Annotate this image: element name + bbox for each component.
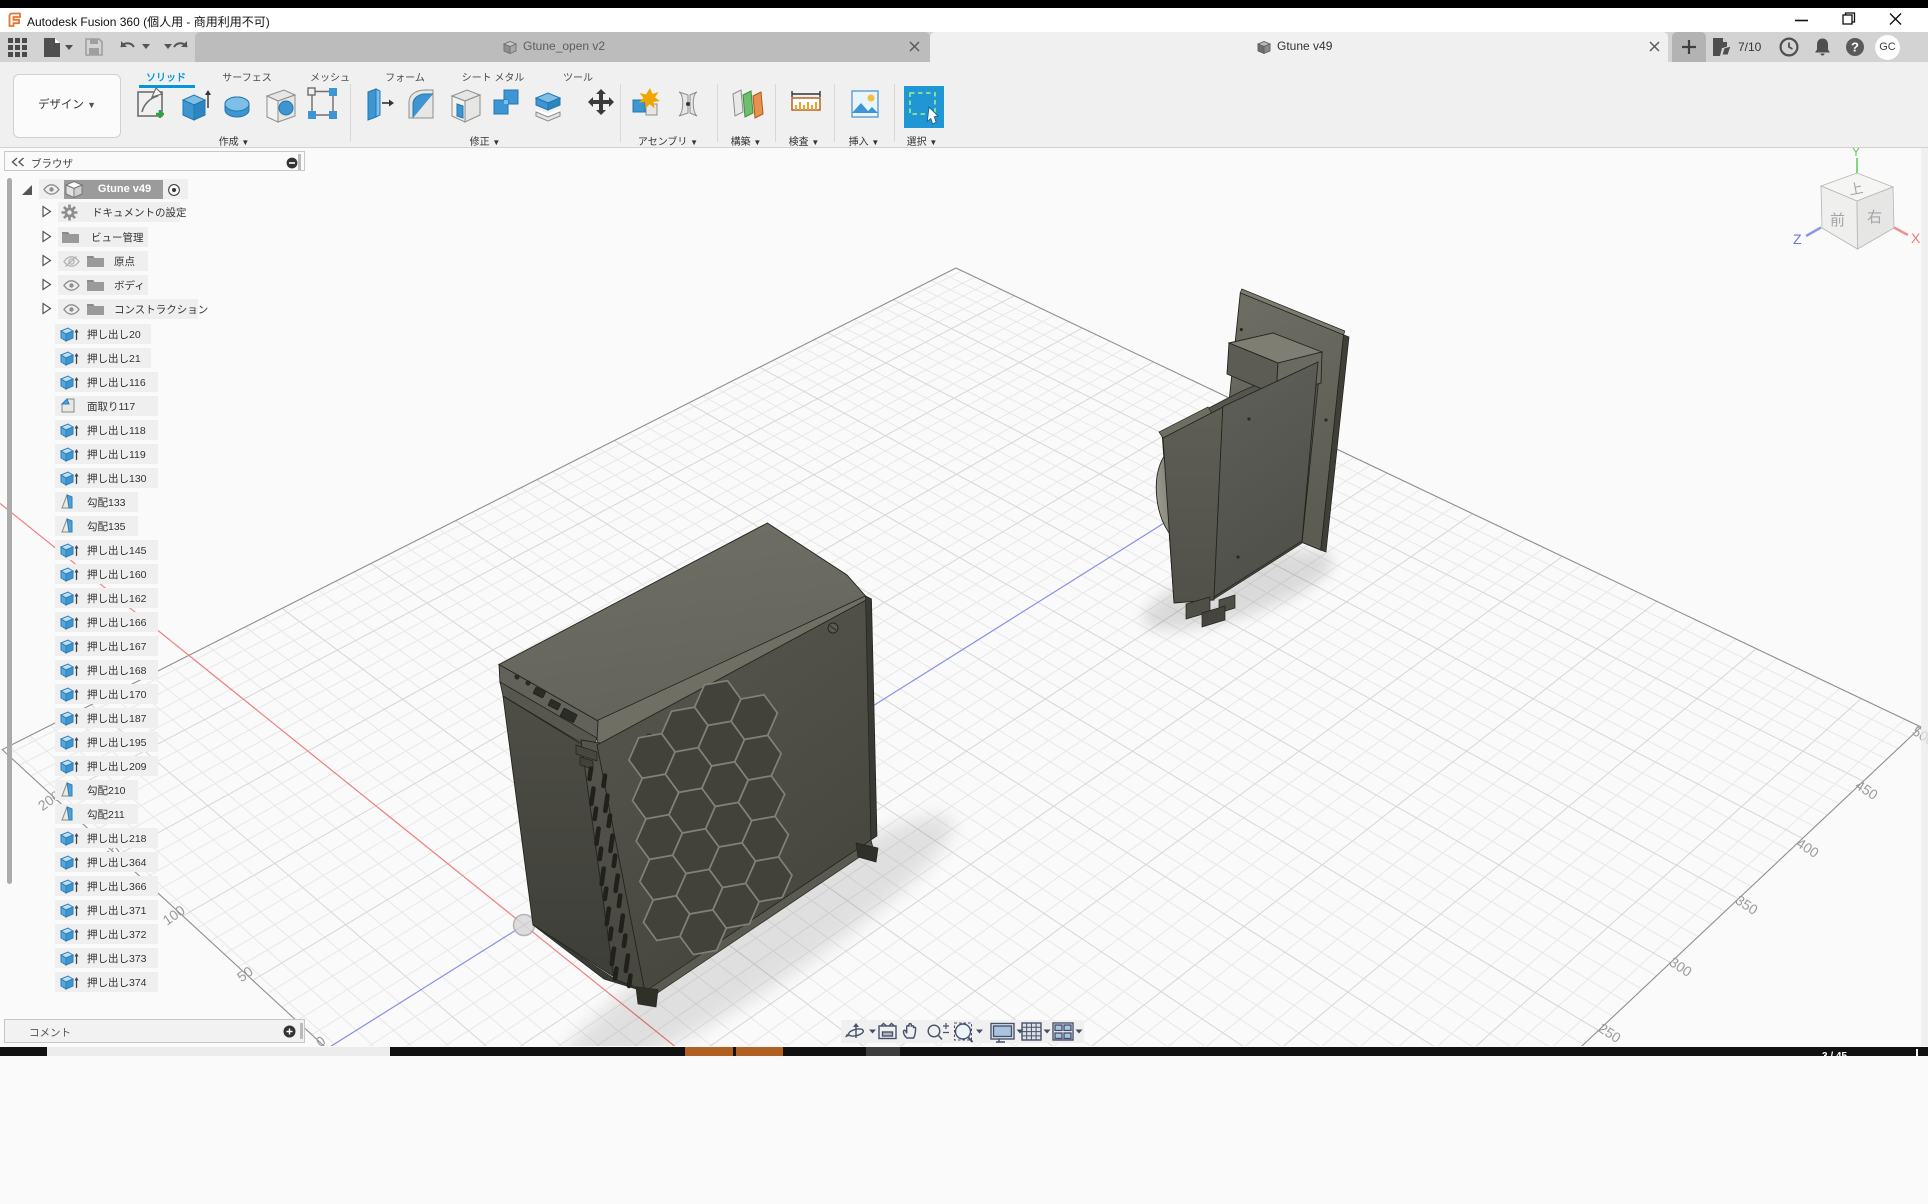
svg-text:Y: Y <box>1852 148 1860 159</box>
svg-text:450: 450 <box>1853 777 1881 803</box>
svg-text:上: 上 <box>1848 180 1865 198</box>
svg-text:250: 250 <box>1596 1020 1624 1046</box>
svg-text:前: 前 <box>1830 212 1845 229</box>
svg-text:右: 右 <box>1867 209 1882 226</box>
svg-text:?: ? <box>1851 40 1859 55</box>
svg-text:350: 350 <box>1733 892 1761 918</box>
svg-text:300: 300 <box>1667 954 1695 980</box>
svg-text:Z: Z <box>1793 231 1802 247</box>
svg-text:400: 400 <box>1794 835 1822 861</box>
svg-text:X: X <box>1911 230 1921 246</box>
